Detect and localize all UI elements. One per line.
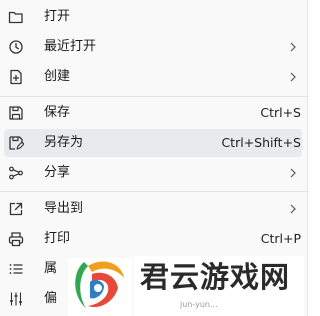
share-icon [8,165,24,181]
menu-item-label: 分享 [44,165,71,180]
save-as-icon [8,135,24,151]
watermark: 君云游戏网 jun-yun... [64,252,304,316]
menu-item-save-as[interactable]: 另存为 Ctrl+Shift+S [4,129,302,157]
printer-icon [8,231,24,247]
list-icon [8,261,24,277]
clock-icon [8,39,24,55]
menu-item-label: 最近打开 [44,39,97,54]
menu-item-label: 打开 [44,9,71,24]
folder-open-icon [8,9,24,25]
menu-item-recent[interactable]: 最近打开 [4,33,302,61]
menu-item-label: 打印 [44,231,71,246]
menu-separator [0,191,308,192]
save-icon [8,105,24,121]
export-icon [8,201,24,217]
add-document-icon [8,69,24,85]
chevron-right-icon [290,168,296,178]
menu-separator [0,96,308,97]
watermark-logo-icon [68,258,132,316]
menu-item-print[interactable]: 打印 Ctrl+P [4,225,302,253]
menu-item-label: 保存 [44,105,71,120]
menu-item-label: 导出到 [44,201,84,216]
menu-item-label: 另存为 [44,135,84,150]
menu-item-shortcut: Ctrl+P [260,231,301,246]
menu-item-shortcut: Ctrl+Shift+S [221,135,301,150]
menu-item-label: 属 [44,261,58,276]
menu-item-label: 偏 [44,291,58,306]
chevron-right-icon [290,42,296,52]
watermark-subtext: jun-yun... [180,300,218,309]
watermark-text: 君云游戏网 [140,260,291,294]
menu-item-label: 创建 [44,69,71,84]
chevron-right-icon [290,204,296,214]
menu-item-export[interactable]: 导出到 [4,195,302,223]
sliders-icon [8,291,24,307]
menu-item-create[interactable]: 创建 [4,63,302,91]
menu-item-save[interactable]: 保存 Ctrl+S [4,99,302,127]
menu-item-shortcut: Ctrl+S [260,105,301,120]
menu-item-share[interactable]: 分享 [4,159,302,187]
menu-item-open[interactable]: 打开 [4,3,302,31]
chevron-right-icon [290,72,296,82]
